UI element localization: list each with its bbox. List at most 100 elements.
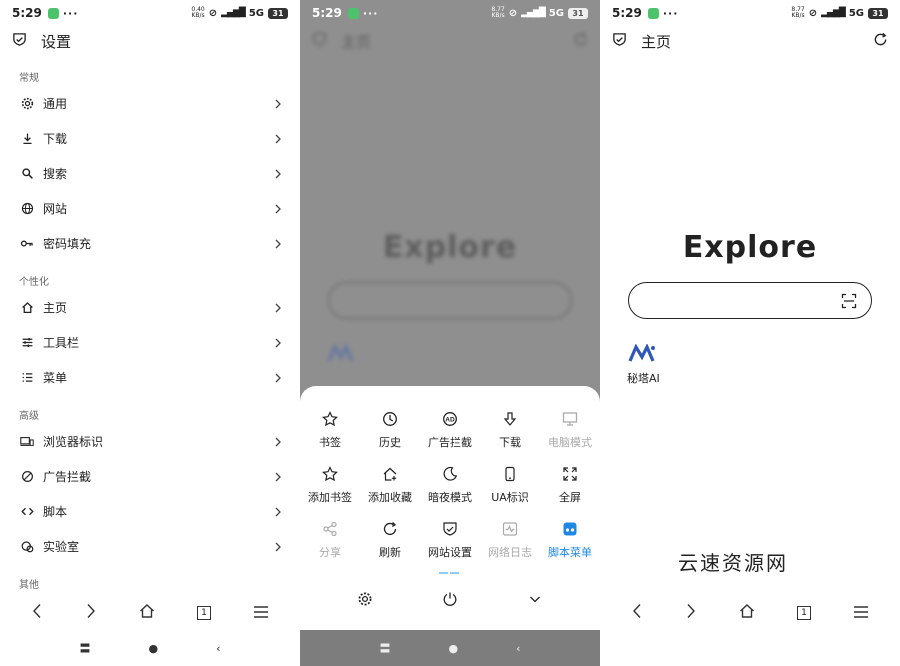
settings-item-menu[interactable]: 菜单 bbox=[0, 362, 300, 392]
status-more: ··· bbox=[62, 6, 79, 20]
shield-icon[interactable] bbox=[612, 32, 627, 51]
battery-icon: 31 bbox=[268, 7, 288, 19]
chevron-right-icon bbox=[274, 129, 282, 148]
menu-item-desktop-mode[interactable]: 电脑模式 bbox=[540, 411, 600, 450]
fullscreen-icon bbox=[540, 466, 600, 484]
settings-item-homepage[interactable]: 主页 bbox=[0, 292, 300, 322]
block-icon bbox=[20, 470, 34, 483]
menu-item-label: 历史 bbox=[379, 436, 401, 449]
tabs-button[interactable]: 1 bbox=[797, 606, 811, 620]
search-icon bbox=[20, 167, 34, 180]
chevron-down-icon[interactable] bbox=[527, 591, 543, 611]
settings-item-download[interactable]: 下载 bbox=[0, 123, 300, 153]
menu-item-site-settings[interactable]: 网站设置 bbox=[420, 521, 480, 560]
settings-item-adblock[interactable]: 广告拦截 bbox=[0, 461, 300, 491]
home-icon[interactable] bbox=[739, 603, 755, 623]
chevron-right-icon bbox=[274, 298, 282, 317]
network-type: 5G bbox=[848, 7, 864, 19]
search-input[interactable] bbox=[628, 282, 872, 319]
menu-item-share[interactable]: 分享 bbox=[300, 521, 360, 560]
settings-item-password[interactable]: 密码填充 bbox=[0, 228, 300, 258]
menu-item-dark-mode[interactable]: 暗夜模式 bbox=[420, 466, 480, 505]
menu-item-label: 暗夜模式 bbox=[428, 491, 472, 504]
scan-icon[interactable] bbox=[841, 293, 857, 313]
chevron-right-icon bbox=[274, 467, 282, 486]
settings-item-label: 网站 bbox=[43, 201, 68, 216]
settings-item-search[interactable]: 搜索 bbox=[0, 158, 300, 188]
share-icon bbox=[300, 521, 360, 539]
gear-icon bbox=[20, 97, 34, 110]
menu-item-refresh[interactable]: 刷新 bbox=[360, 521, 420, 560]
notification-icon bbox=[47, 7, 59, 19]
notification-icon bbox=[347, 7, 359, 19]
settings-item-lab[interactable]: 实验室 bbox=[0, 531, 300, 561]
system-back-icon[interactable]: ‹ bbox=[516, 642, 520, 655]
menu-item-label: 网站设置 bbox=[428, 546, 472, 559]
section-personalization: 个性化 bbox=[19, 277, 49, 288]
menu-item-label: 刷新 bbox=[379, 546, 401, 559]
refresh-icon bbox=[360, 521, 420, 539]
notification-icon bbox=[647, 7, 659, 19]
mute-icon: ⊘ bbox=[808, 7, 818, 19]
menu-item-label: 电脑模式 bbox=[548, 436, 592, 449]
recents-icon[interactable]: 〓 bbox=[379, 640, 390, 656]
shield-icon[interactable] bbox=[12, 32, 27, 51]
menu-icon[interactable] bbox=[853, 604, 869, 623]
refresh-icon[interactable] bbox=[873, 32, 888, 51]
gear-icon[interactable] bbox=[357, 591, 373, 611]
power-icon[interactable] bbox=[442, 591, 458, 611]
system-navigation-bar: 〓 ● ‹ bbox=[300, 630, 600, 666]
menu-item-network-log[interactable]: 网络日志 bbox=[480, 521, 540, 560]
status-bar: 5:29 ··· 8.77 KB/s ⊘ ▂▄▆█ 5G 31 bbox=[600, 0, 900, 26]
menu-item-user-agent[interactable]: UA标识 bbox=[480, 466, 540, 505]
menu-item-add-favorite[interactable]: 添加收藏 bbox=[360, 466, 420, 505]
menu-item-download[interactable]: 下载 bbox=[480, 411, 540, 450]
status-time: 5:29 bbox=[312, 6, 342, 20]
settings-item-general[interactable]: 通用 bbox=[0, 88, 300, 118]
tabs-button[interactable]: 1 bbox=[197, 606, 211, 620]
download-arrow-icon bbox=[480, 411, 540, 429]
menu-item-script-menu[interactable]: 脚本菜单 bbox=[540, 521, 600, 560]
mute-icon: ⊘ bbox=[208, 7, 218, 19]
section-other: 其他 bbox=[19, 580, 39, 591]
battery-icon: 31 bbox=[868, 7, 888, 19]
menu-item-fullscreen[interactable]: 全屏 bbox=[540, 466, 600, 505]
menu-item-add-bookmark[interactable]: 添加书签 bbox=[300, 466, 360, 505]
back-icon[interactable] bbox=[31, 603, 43, 623]
settings-item-label: 实验室 bbox=[43, 539, 80, 554]
menu-item-adblock[interactable]: AD 广告拦截 bbox=[420, 411, 480, 450]
back-icon[interactable] bbox=[631, 603, 643, 623]
settings-item-label: 下载 bbox=[43, 131, 68, 146]
settings-item-user-agent[interactable]: 浏览器标识 bbox=[0, 426, 300, 456]
menu-item-label: 添加书签 bbox=[308, 491, 352, 504]
clock-icon bbox=[360, 411, 420, 429]
explore-heading: Explore bbox=[682, 230, 818, 265]
home-icon[interactable] bbox=[139, 603, 155, 623]
watermark-text: 云速资源网 bbox=[678, 551, 788, 575]
menu-sheet-footer bbox=[300, 591, 600, 611]
status-bar: 5:29 ··· 8.77 KB/s ⊘ ▂▄▆█ 5G 31 bbox=[300, 0, 600, 26]
chevron-right-icon bbox=[274, 537, 282, 556]
menu-item-bookmarks[interactable]: 书签 bbox=[300, 411, 360, 450]
shield-icon bbox=[420, 521, 480, 539]
site-shortcut-metaso[interactable]: 秘塔AI bbox=[627, 344, 660, 386]
forward-icon[interactable] bbox=[85, 603, 97, 623]
settings-item-website[interactable]: 网站 bbox=[0, 193, 300, 223]
shield-icon bbox=[312, 32, 327, 51]
menu-item-history[interactable]: 历史 bbox=[360, 411, 420, 450]
forward-icon[interactable] bbox=[685, 603, 697, 623]
system-back-icon[interactable]: ‹ bbox=[216, 642, 220, 655]
settings-item-toolbar[interactable]: 工具栏 bbox=[0, 327, 300, 357]
download-icon bbox=[20, 132, 34, 145]
system-home-icon[interactable]: ● bbox=[448, 642, 458, 655]
system-navigation-bar: 〓 ● ‹ bbox=[0, 634, 300, 662]
page-title: 设置 bbox=[41, 32, 72, 51]
settings-item-script[interactable]: 脚本 bbox=[0, 496, 300, 526]
chevron-right-icon bbox=[274, 432, 282, 451]
recents-icon[interactable]: 〓 bbox=[79, 640, 90, 656]
menu-icon[interactable] bbox=[253, 604, 269, 623]
chevron-right-icon bbox=[274, 333, 282, 352]
system-home-icon[interactable]: ● bbox=[148, 642, 158, 655]
chevron-right-icon bbox=[274, 234, 282, 253]
home-screen: 5:29 ··· 8.77 KB/s ⊘ ▂▄▆█ 5G 31 主页 Explor… bbox=[600, 0, 900, 666]
